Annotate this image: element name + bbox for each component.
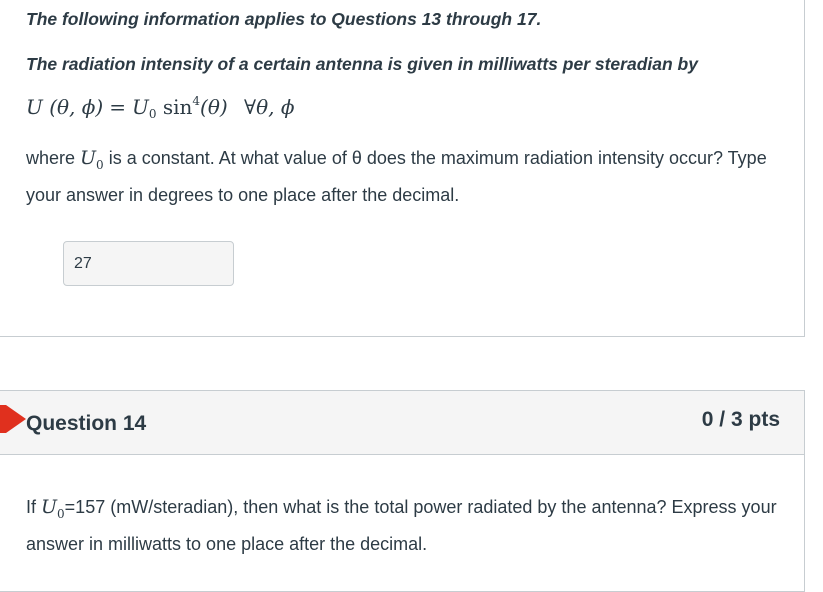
q14-body-post: =157 (mW/steradian), then what is the to… — [26, 497, 777, 554]
question-14-body: If U0=157 (mW/steradian), then what is t… — [26, 492, 786, 559]
q14-u0-symbol: U0 — [41, 496, 65, 521]
incorrect-flag-arrow-icon — [6, 405, 26, 433]
equation-arg: (θ) — [200, 95, 228, 119]
shared-info-heading: The following information applies to Que… — [26, 9, 542, 29]
body-post: is a constant. At what value of θ does t… — [26, 148, 767, 205]
q14-u-letter: U — [41, 496, 58, 518]
q14-u-subscript: 0 — [57, 506, 65, 521]
equation-func: sin — [162, 95, 193, 119]
question-14-card: Question 14 0 / 3 pts If U0=157 (mW/ster… — [0, 390, 805, 592]
equation-equals: = — [109, 95, 126, 119]
question-14-points: 0 / 3 pts — [701, 408, 780, 431]
equation-coef-sub: 0 — [148, 107, 157, 121]
u0-symbol: U0 — [80, 147, 104, 172]
equation-power: 4 — [192, 94, 201, 108]
answer-input[interactable]: 27 — [63, 241, 234, 286]
equation-forall: ∀θ, ϕ — [244, 95, 295, 119]
question-14-header: Question 14 0 / 3 pts — [0, 391, 804, 455]
question-prompt: The radiation intensity of a certain ant… — [26, 54, 698, 74]
question-14-title: Question 14 — [26, 412, 147, 435]
u-subscript: 0 — [96, 157, 104, 172]
equation-coef: U — [131, 95, 149, 119]
q14-body-pre: If — [26, 497, 42, 517]
radiation-intensity-equation: U (θ, ϕ) = U0 sin4(θ) ∀θ, ϕ — [26, 94, 295, 121]
question-13-body: where U0 is a constant. At what value of… — [26, 143, 786, 210]
body-pre: where — [26, 148, 81, 168]
u-letter: U — [80, 147, 97, 169]
equation-lhs: U (θ, ϕ) — [26, 95, 104, 119]
